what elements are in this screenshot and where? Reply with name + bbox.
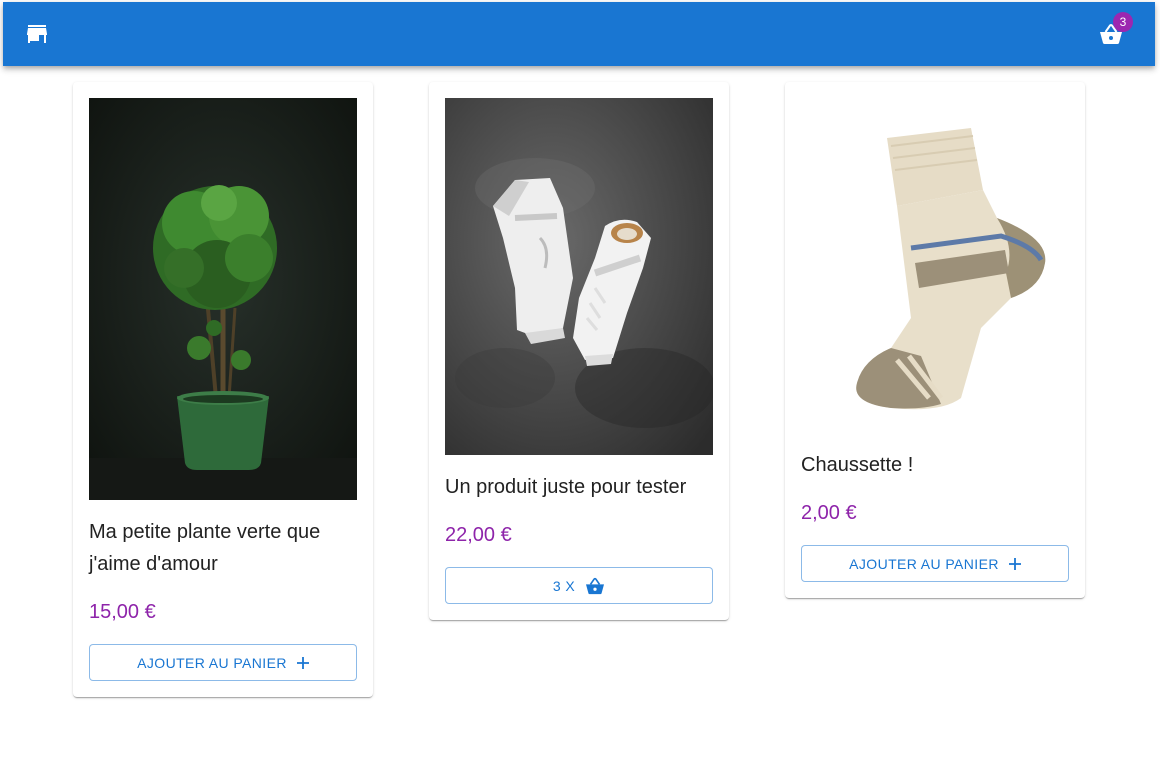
add-to-cart-button[interactable]: AJOUTER AU PANIER: [89, 644, 357, 681]
product-card: Chaussette ! 2,00 € AJOUTER AU PANIER: [785, 82, 1085, 598]
product-price: 2,00 €: [801, 502, 857, 524]
add-to-cart-label: AJOUTER AU PANIER: [137, 654, 287, 671]
app-bar: 3: [3, 2, 1155, 66]
product-title: Un produit juste pour tester: [445, 476, 687, 498]
product-image-sock: [801, 98, 1069, 433]
product-card: Un produit juste pour tester 22,00 € 3 X: [429, 82, 729, 620]
cart-quantity-label: 3 X: [552, 577, 576, 594]
cart-quantity-button[interactable]: 3 X: [445, 567, 713, 604]
shopping-basket-icon: [586, 577, 605, 594]
product-title: Chaussette !: [801, 454, 914, 476]
store-icon: [27, 25, 47, 43]
product-price: 22,00 €: [445, 524, 512, 546]
plus-icon: [296, 656, 309, 669]
product-image-sneakers: [445, 98, 713, 455]
add-to-cart-button[interactable]: AJOUTER AU PANIER: [801, 545, 1069, 582]
cart-count-badge: 3: [1113, 12, 1133, 32]
product-card: Ma petite plante verte que j'aime d'amou…: [73, 82, 373, 697]
plus-icon: [1008, 557, 1021, 570]
product-price: 15,00 €: [89, 601, 156, 623]
product-image-plant: [89, 98, 357, 500]
add-to-cart-label: AJOUTER AU PANIER: [849, 555, 999, 572]
store-button[interactable]: [17, 14, 57, 54]
product-title: Ma petite plante verte que j'aime d'amou…: [89, 521, 321, 575]
cart-button[interactable]: 3: [1091, 12, 1133, 54]
